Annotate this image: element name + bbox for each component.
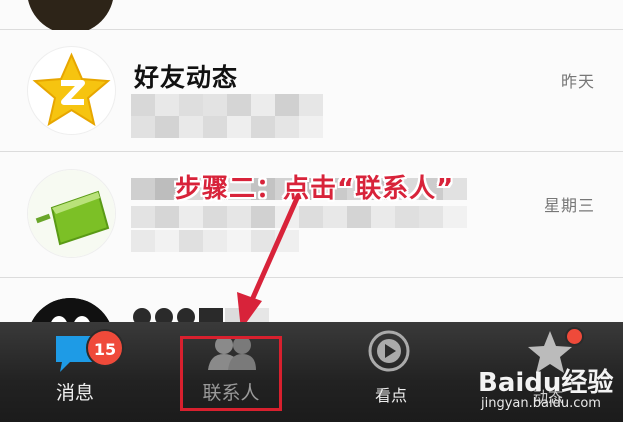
- tab-discover[interactable]: 看点: [316, 322, 466, 422]
- notification-dot: [565, 327, 584, 346]
- baidu-watermark: Baidu经验: [478, 368, 614, 398]
- contacts-highlight-box: [180, 336, 282, 411]
- tab-messages[interactable]: 15 消息: [0, 322, 150, 422]
- unread-badge: 15: [86, 329, 124, 367]
- baidu-watermark-url: jingyan.baidu.com: [481, 396, 601, 411]
- tab-label: 消息: [55, 382, 94, 404]
- tab-label: 看点: [374, 386, 407, 405]
- play-icon: [368, 330, 410, 372]
